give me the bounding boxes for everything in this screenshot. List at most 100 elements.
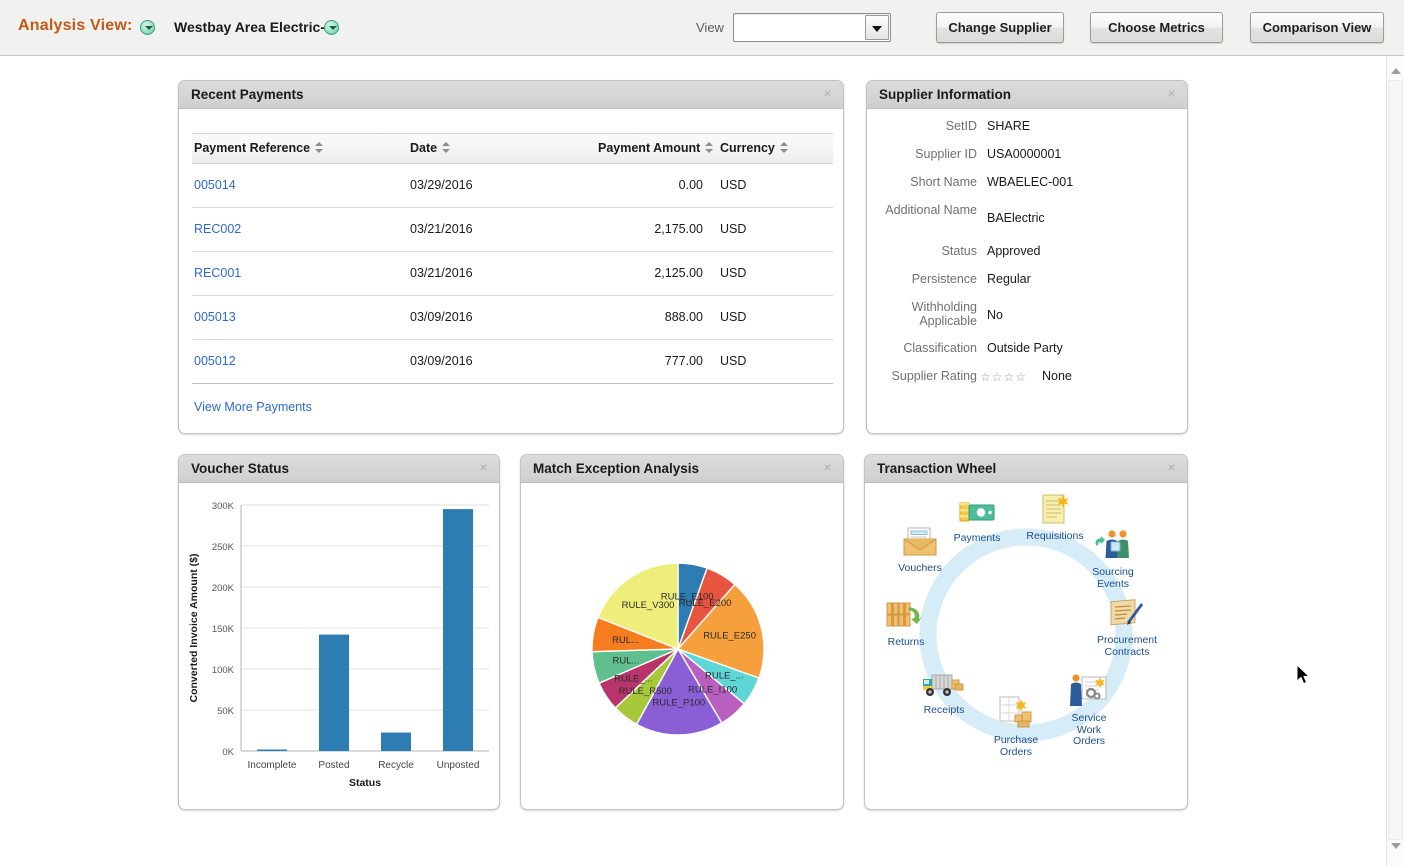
close-icon[interactable]: × — [1164, 460, 1179, 475]
column-header-label: Currency — [720, 141, 775, 155]
payment-currency: USD — [720, 178, 746, 192]
supplier-field-row: StatusApproved — [867, 244, 1188, 269]
y-tick-label: 150K — [212, 624, 235, 635]
supplier-fields-list: SetID SHARE Supplier ID USA0000001 Short Nam… — [867, 119, 1188, 397]
sort-icon[interactable] — [442, 142, 451, 153]
supplier-field-label: SetID — [867, 119, 977, 134]
wheel-node-vouchers[interactable]: Vouchers — [875, 527, 965, 575]
view-select[interactable] — [733, 13, 891, 42]
scroll-down-arrow-icon[interactable] — [1387, 837, 1404, 854]
column-header-payment-reference[interactable]: Payment Reference — [194, 141, 324, 155]
column-header-label: Payment Amount — [598, 141, 700, 155]
payment-currency: USD — [720, 222, 746, 236]
payment-amount: 777.00 — [592, 354, 703, 368]
payment-currency: USD — [720, 266, 746, 280]
wheel-node-label: Purchase Orders — [971, 735, 1061, 758]
analysis-view-dropdown-icon[interactable] — [140, 20, 155, 35]
supplier-rating-row: Supplier Rating☆☆☆☆None — [867, 369, 1188, 394]
wheel-node-sourcing-events[interactable]: Sourcing Events — [1068, 529, 1158, 590]
bar — [443, 509, 473, 751]
comparison-view-button[interactable]: Comparison View — [1250, 12, 1384, 43]
payment-reference-link[interactable]: 005013 — [194, 310, 236, 324]
supplier-field-value: No — [987, 308, 1003, 323]
supplier-field-row: Additional NameBAElectric — [867, 203, 1188, 241]
table-rows: 00501403/29/20160.00USDREC00203/21/20162… — [192, 164, 833, 384]
wheel-node-label: Procurement Contracts — [1082, 635, 1172, 658]
close-icon[interactable]: × — [476, 460, 491, 475]
change-supplier-button[interactable]: Change Supplier — [936, 12, 1064, 43]
voucher-status-header: Voucher Status × — [179, 455, 499, 483]
wheel-node-returns[interactable]: Returns — [864, 599, 951, 649]
vertical-scrollbar[interactable] — [1386, 56, 1404, 866]
scrollbar-thumb[interactable] — [1388, 80, 1403, 840]
wheel-node-label: Receipts — [899, 705, 989, 717]
payment-currency: USD — [720, 354, 746, 368]
x-axis-title: Status — [349, 777, 381, 789]
table-row: REC00103/21/20162,125.00USD — [192, 252, 833, 296]
wheel-node-procurement-contracts[interactable]: Procurement Contracts — [1082, 599, 1172, 658]
table-header-row: Payment Reference Date Payment Amount Cu… — [192, 133, 833, 164]
table-row: 00501303/09/2016888.00USD — [192, 296, 833, 340]
truck-icon — [899, 671, 989, 704]
payment-currency: USD — [720, 310, 746, 324]
match-exception-pagelet: Match Exception Analysis × RULE_E100RULE… — [520, 454, 844, 810]
column-header-label: Date — [410, 141, 437, 155]
close-icon[interactable]: × — [820, 86, 835, 101]
payment-reference-link[interactable]: 005014 — [194, 178, 236, 192]
table-row: REC00203/21/20162,175.00USD — [192, 208, 833, 252]
pie-slice-label: RULE_E250 — [703, 631, 756, 642]
chevron-down-icon[interactable] — [865, 15, 889, 40]
wheel-node-receipts[interactable]: Receipts — [899, 671, 989, 717]
y-axis-title: Converted Invoice Amount ($) — [188, 554, 200, 703]
payment-amount: 0.00 — [592, 178, 703, 192]
pie-slice-label: RULE_... — [705, 670, 744, 681]
pie-slice-label: RUL... — [612, 635, 639, 646]
sort-icon[interactable] — [780, 142, 789, 153]
pie-slice-label: RULE_V300 — [622, 600, 675, 611]
transaction-wheel-title: Transaction Wheel — [877, 461, 996, 476]
close-icon[interactable]: × — [820, 460, 835, 475]
scroll-up-arrow-icon[interactable] — [1387, 62, 1404, 79]
supplier-dropdown-icon[interactable] — [324, 20, 339, 35]
supplier-field-value: SHARE — [987, 119, 1030, 134]
supplier-field-value: Approved — [987, 244, 1041, 259]
column-header-currency[interactable]: Currency — [720, 141, 789, 155]
supplier-field-label: Additional Name — [867, 203, 977, 217]
contract-pen-icon — [1082, 599, 1172, 634]
y-tick-label: 100K — [212, 665, 235, 676]
transaction-wheel-area: PaymentsRequisitionsSourcing EventsProcu… — [865, 483, 1187, 809]
analysis-view-label: Analysis View: — [18, 17, 133, 35]
boxes-return-icon — [864, 599, 951, 636]
view-more-payments-link[interactable]: View More Payments — [194, 400, 312, 414]
payment-reference-link[interactable]: 005012 — [194, 354, 236, 368]
x-tick-label: Unposted — [437, 760, 480, 771]
supplier-field-label: Persistence — [867, 272, 977, 287]
recent-payments-table: Payment Reference Date Payment Amount Cu… — [192, 133, 833, 430]
envelope-doc-icon — [875, 527, 965, 562]
supplier-field-row: ClassificationOutside Party — [867, 341, 1188, 366]
table-row: 00501203/09/2016777.00USD — [192, 340, 833, 384]
column-header-date[interactable]: Date — [410, 141, 451, 155]
payment-reference-link[interactable]: REC002 — [194, 222, 241, 236]
supplier-field-label: Supplier ID — [867, 147, 977, 162]
bar — [319, 635, 349, 751]
bar — [257, 750, 287, 752]
supplier-field-label: Withholding Applicable — [867, 300, 977, 328]
payment-date: 03/09/2016 — [410, 310, 473, 324]
close-icon[interactable]: × — [1164, 86, 1179, 101]
match-exception-header: Match Exception Analysis × — [521, 455, 843, 483]
y-tick-label: 200K — [212, 583, 235, 594]
people-icon — [1068, 529, 1158, 566]
wheel-node-label: Sourcing Events — [1068, 567, 1158, 590]
sort-icon[interactable] — [705, 142, 714, 153]
supplier-field-value: USA0000001 — [987, 147, 1061, 162]
column-header-payment-amount[interactable]: Payment Amount — [598, 141, 714, 155]
sort-icon[interactable] — [315, 142, 324, 153]
supplier-field-label: Short Name — [867, 175, 977, 190]
y-tick-label: 0K — [222, 747, 234, 758]
choose-metrics-button[interactable]: Choose Metrics — [1090, 12, 1223, 43]
view-select-value — [740, 20, 865, 36]
wheel-node-label: Returns — [864, 637, 951, 649]
match-exception-pie-chart: RULE_E100RULE_E200RULE_E250RULE_...RULE_… — [521, 483, 843, 809]
payment-reference-link[interactable]: REC001 — [194, 266, 241, 280]
